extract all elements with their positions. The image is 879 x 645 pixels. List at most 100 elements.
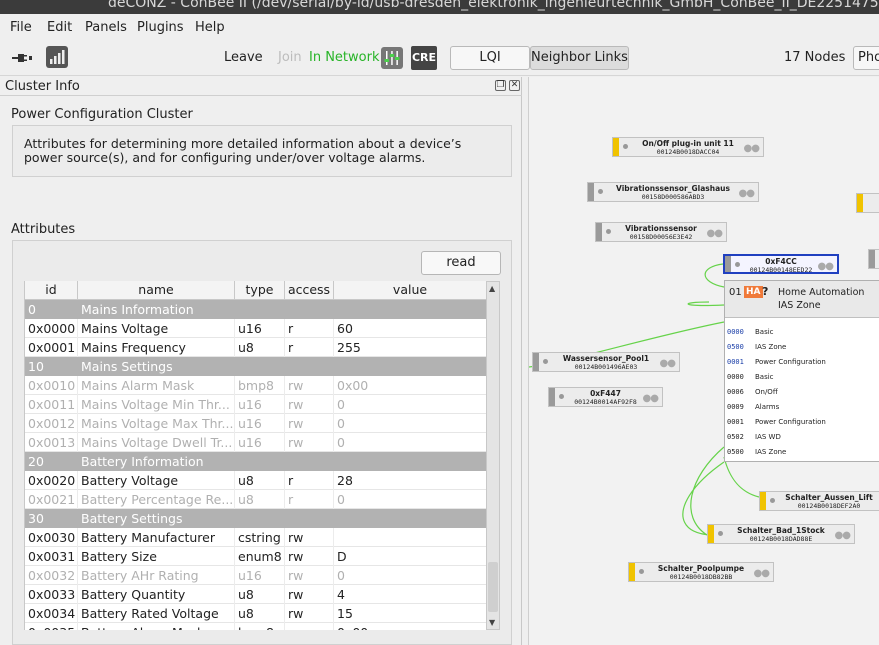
cell-value: 255 [337, 340, 361, 355]
scrollbar-thumb[interactable] [488, 562, 498, 612]
client-cluster-item[interactable]: 0500 IAS Zone [727, 448, 786, 456]
float-panel-icon[interactable]: ❐ [495, 80, 506, 91]
table-row[interactable]: 0x0001 Mains Frequency u8 r 255 [25, 338, 498, 357]
node-ports-icon[interactable]: ●● [835, 530, 851, 541]
node-ports-icon[interactable]: ●● [818, 261, 834, 272]
table-row[interactable]: 0x0011 Mains Voltage Min Thr... u16 rw 0 [25, 395, 498, 414]
menu-help[interactable]: Help [195, 20, 225, 35]
cell-type: cstring [235, 528, 285, 547]
server-cluster-item[interactable]: 0000 Basic [727, 328, 774, 336]
graph-node[interactable]: Wassersensor_Pool1 00124B001496AE03 ●● [532, 352, 680, 372]
graph-node[interactable]: 0xF4CC 00124B00148EED22 ●● [723, 254, 839, 274]
table-row[interactable]: 0x0020 Battery Voltage u8 r 28 [25, 471, 498, 490]
cell-type: bmp8 [235, 623, 285, 630]
node-graph[interactable]: On/Off plug-in unit 11 00124B0018DACC04 ●●… [528, 77, 879, 645]
cell-id: 0x0012 [25, 414, 78, 433]
menu-plugins[interactable]: Plugins [137, 20, 184, 35]
cell-name: Mains Voltage Max Thr... [78, 414, 235, 433]
node-ports-icon[interactable]: ●● [707, 228, 723, 239]
attributes-table: id name type access value 0 Mains Informa… [24, 281, 498, 630]
table-row[interactable]: 0x0012 Mains Voltage Max Thr... u16 rw 0 [25, 414, 498, 433]
join-button[interactable]: Join [278, 50, 302, 65]
cell-id: 0x0013 [25, 433, 78, 452]
graph-node[interactable]: Schalter_Bad_1Stock 00124B0018DAD88E ●● [707, 524, 855, 544]
neighbor-link [723, 456, 760, 498]
leave-button[interactable]: Leave [224, 50, 263, 65]
lqi-button[interactable]: LQI [450, 46, 530, 70]
close-panel-icon[interactable]: ✕ [509, 80, 520, 91]
plug-icon[interactable] [12, 50, 34, 66]
cell-value: 0 [337, 492, 345, 507]
table-row[interactable]: 0x0030 Battery Manufacturer cstring rw [25, 528, 498, 547]
cell-id: 0x0032 [25, 566, 78, 585]
table-row[interactable]: 0x0021 Battery Percentage Re... u8 r 0 [25, 490, 498, 509]
cell-access: rw [285, 528, 334, 547]
cluster-label: Basic [755, 328, 774, 336]
node-ports-icon[interactable]: ●● [643, 393, 659, 404]
table-group-row[interactable]: 0 Mains Information [25, 300, 498, 319]
cell-type: u8 [235, 585, 285, 604]
cell-value: 0 [337, 568, 345, 583]
graph-node[interactable]: Vibrationssensor 00158D00056E3E42 ●● [595, 222, 727, 242]
table-row[interactable]: 0x0010 Mains Alarm Mask bmp8 rw 0x00 [25, 376, 498, 395]
mixer-icon[interactable] [381, 47, 403, 69]
cell-access: rw [285, 376, 334, 395]
node-ports-icon[interactable]: ●● [754, 568, 770, 579]
node-ports-icon[interactable]: ●● [744, 143, 760, 154]
table-group-row[interactable]: 10 Mains Settings [25, 357, 498, 376]
read-button[interactable]: read [421, 251, 501, 275]
scroll-down-icon[interactable]: ▼ [489, 618, 495, 627]
graph-node[interactable]: On/Off plug-in unit 11 00124B0018DACC04 ●● [612, 137, 764, 157]
table-row[interactable]: 0x0035Battery Alarm Maskbmp8rw0x00 [25, 623, 498, 630]
signal-bars-icon[interactable] [46, 46, 68, 68]
node-offscreen-2[interactable] [868, 249, 879, 269]
cell-name: Battery Manufacturer [78, 528, 235, 547]
graph-node[interactable]: 0xF447 00124B0014AF92F8 ●● [548, 387, 663, 407]
cluster-name: Power Configuration Cluster [11, 107, 193, 122]
node-ports-icon[interactable]: ●● [660, 358, 676, 369]
cluster-info-panel: Cluster Info ❐ ✕ Power Configuration Clu… [0, 77, 522, 645]
client-cluster-item[interactable]: 0000 Basic [727, 373, 774, 381]
node-detail-card[interactable]: 01 HA ? Home Automation IAS Zone 0000 Bas… [724, 280, 879, 462]
menu-edit[interactable]: Edit [47, 20, 72, 35]
cell-id: 0x0000 [25, 319, 78, 338]
cell-name: Mains Alarm Mask [78, 376, 235, 395]
node-ports-icon[interactable]: ●● [739, 188, 755, 199]
graph-node[interactable]: Vibrationssensor_Glashaus 00158D000586ABD… [587, 182, 759, 202]
cell-type: u8 [235, 471, 285, 490]
col-access[interactable]: access [285, 281, 334, 300]
table-row[interactable]: 0x0000 Mains Voltage u16 r 60 [25, 319, 498, 338]
neighbor-links-button[interactable]: Neighbor Links [530, 46, 629, 70]
table-row[interactable]: 0x0033 Battery Quantity u8 rw 4 [25, 585, 498, 604]
cell-type: u16 [235, 319, 285, 338]
node-name: Schalter_Bad_1Stock [737, 526, 825, 535]
graph-node[interactable]: Schalter_Aussen_Lift00124B0018DEF2A0●● [759, 491, 879, 511]
pho-button[interactable]: Pho [853, 46, 879, 70]
table-row[interactable]: 0x0031 Battery Size enum8 rw D [25, 547, 498, 566]
menu-file[interactable]: File [10, 20, 32, 35]
col-name[interactable]: name [78, 281, 235, 300]
col-value[interactable]: value [334, 281, 487, 300]
table-group-row[interactable]: 20 Battery Information [25, 452, 498, 471]
server-cluster-item[interactable]: 0001 Power Configuration [727, 358, 826, 366]
cluster-label: Basic [755, 373, 774, 381]
col-type[interactable]: type [235, 281, 285, 300]
table-row[interactable]: 0x0032 Battery AHr Rating u16 rw 0 [25, 566, 498, 585]
menu-panels[interactable]: Panels [85, 20, 127, 35]
col-id[interactable]: id [25, 281, 78, 300]
scroll-up-icon[interactable]: ▲ [489, 284, 495, 293]
cre-icon[interactable]: CRE [411, 46, 437, 70]
client-cluster-item[interactable]: 0001 Power Configuration [727, 418, 826, 426]
graph-node[interactable]: Schalter_Poolpumpe 00124B0018DB82BB ●● [628, 562, 774, 582]
table-group-row[interactable]: 30 Battery Settings [25, 509, 498, 528]
attributes-group: read id name type access value 0 Mains In… [12, 240, 512, 645]
table-row[interactable]: 0x0034 Battery Rated Voltage u8 rw 15 [25, 604, 498, 623]
client-cluster-item[interactable]: 0006 On/Off [727, 388, 778, 396]
node-offscreen-1[interactable] [856, 193, 879, 213]
client-cluster-item[interactable]: 0009 Alarms [727, 403, 779, 411]
cell-name: Mains Frequency [78, 338, 235, 357]
table-scrollbar[interactable]: ▲ ▼ [486, 281, 500, 630]
server-cluster-item[interactable]: 0500 IAS Zone [727, 343, 786, 351]
client-cluster-item[interactable]: 0502 IAS WD [727, 433, 781, 441]
table-row[interactable]: 0x0013 Mains Voltage Dwell Tr... u16 rw 0 [25, 433, 498, 452]
